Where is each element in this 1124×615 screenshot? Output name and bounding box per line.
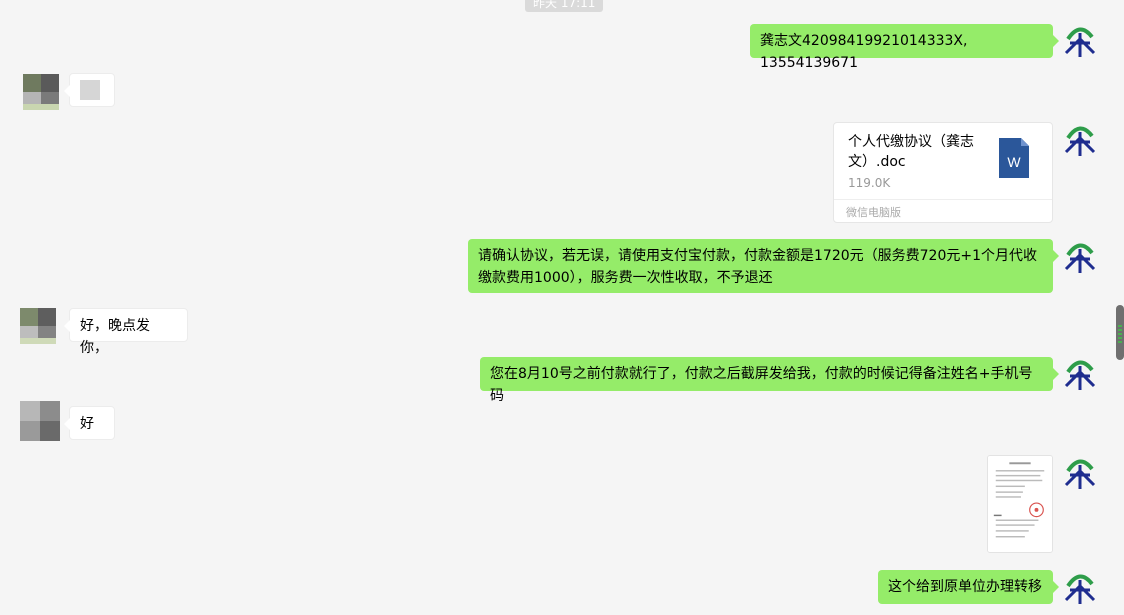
message-text: 好 [80,416,94,432]
self-avatar[interactable] [1062,122,1098,158]
self-avatar[interactable] [1062,570,1098,606]
self-avatar[interactable] [1062,239,1098,275]
message-bubble-self[interactable]: 请确认协议，若无误，请使用支付宝付款，付款金额是1720元（服务费720元+1个… [468,239,1059,293]
contact-photo-avatar-icon [20,401,60,441]
chat-scrollbar[interactable] [1116,305,1124,360]
self-avatar[interactable] [1062,356,1098,392]
message-text: 龚志文42098419921014333X, 13554139671 [760,33,968,71]
message-text: 请确认协议，若无误，请使用支付宝付款，付款金额是1720元（服务费720元+1个… [478,248,1037,286]
document-scan-image [988,456,1052,552]
image-placeholder [80,80,100,100]
organization-logo-icon [1064,360,1096,390]
message-bubble-self[interactable]: 这个给到原单位办理转移 [878,570,1059,604]
timestamp-badge: 昨天 17:11 [525,0,604,12]
message-bubble-self[interactable]: 您在8月10号之前付款就行了，付款之后截屏发给我，付款的时候记得备注姓名+手机号… [480,357,1059,404]
organization-logo-icon [1064,459,1096,489]
contact-photo-avatar-icon [23,74,59,110]
message-text: 您在8月10号之前付款就行了，付款之后截屏发给我，付款的时候记得备注姓名+手机号… [490,366,1033,404]
organization-logo-icon [1064,574,1096,604]
image-message-thumbnail[interactable] [987,455,1053,553]
contact-avatar[interactable] [20,401,60,441]
message-text: 好，晚点发你， [80,318,150,356]
contact-avatar[interactable] [20,308,56,344]
self-avatar[interactable] [1062,455,1098,491]
organization-logo-icon [1064,27,1096,57]
contact-photo-avatar-icon [20,308,56,344]
file-source-label: 微信电脑版 [846,206,901,219]
message-bubble-self[interactable]: 龚志文42098419921014333X, 13554139671 [750,24,1059,71]
contact-avatar[interactable] [23,74,59,110]
message-bubble-other[interactable]: 好 [64,406,115,440]
file-card-footer: 微信电脑版 [834,199,1052,222]
organization-logo-icon [1064,243,1096,273]
file-size: 119.0K [848,176,891,190]
word-document-icon: W [999,138,1029,178]
message-bubble-other[interactable] [64,73,115,107]
organization-logo-icon [1064,126,1096,156]
file-name: 个人代缴协议（龚志文）.doc [848,134,974,170]
file-message-card[interactable]: 个人代缴协议（龚志文）.doc 119.0K W 微信电脑版 [833,122,1053,223]
message-text: 这个给到原单位办理转移 [888,579,1042,595]
svg-text:W: W [1007,154,1021,170]
message-bubble-other[interactable]: 好，晚点发你， [64,308,188,356]
self-avatar[interactable] [1062,23,1098,59]
